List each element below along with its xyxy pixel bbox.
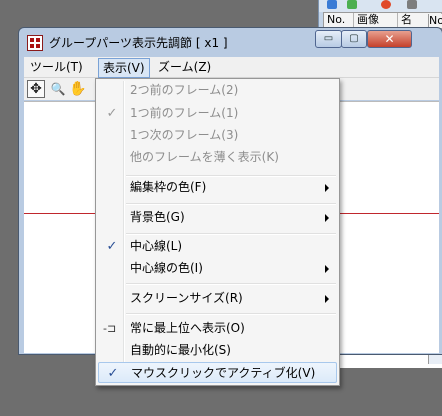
app-icon[interactable] xyxy=(27,35,43,51)
refresh-icon[interactable] xyxy=(347,0,357,9)
menu-separator xyxy=(126,203,336,205)
menu-item-label: 自動的に最小化(S) xyxy=(130,343,231,357)
menu-item-label: 中心線(L) xyxy=(130,239,183,253)
menu-separator xyxy=(126,313,336,315)
close-button[interactable]: ✕ xyxy=(367,30,412,48)
column-header-no[interactable]: No. xyxy=(324,13,354,27)
menu-view[interactable]: 表示(V) xyxy=(98,58,150,78)
menu-item-show-other-frames-faded[interactable]: 他のフレームを薄く表示(K) xyxy=(98,147,337,168)
menu-tool[interactable]: ツール(T) xyxy=(26,57,87,77)
submenu-arrow-icon xyxy=(325,184,329,192)
menu-item-one-frame-back[interactable]: ✓ 1つ前のフレーム(1) xyxy=(98,103,337,124)
menu-item-label: 中心線の色(I) xyxy=(130,261,203,275)
add-icon[interactable] xyxy=(327,0,337,9)
menu-item-auto-minimize[interactable]: 自動的に最小化(S) xyxy=(98,340,337,361)
record-icon[interactable] xyxy=(381,0,391,9)
menu-item-activate-on-click[interactable]: ✓ マウスクリックでアクティブ化(V) xyxy=(98,362,337,383)
submenu-arrow-icon xyxy=(325,265,329,273)
check-icon: ✓ xyxy=(106,106,118,121)
submenu-arrow-icon xyxy=(325,295,329,303)
background-list-header: No. 画像 名 xyxy=(323,12,442,28)
window-title: グループパーツ表示先調節 [ x1 ] xyxy=(49,36,228,50)
move-icon[interactable]: ✥ xyxy=(27,80,45,98)
menu-item-two-frames-back[interactable]: 2つ前のフレーム(2) xyxy=(98,80,337,101)
minimize-icon: ▭ xyxy=(323,33,334,44)
menu-item-screen-size[interactable]: スクリーンサイズ(R) xyxy=(98,288,337,309)
pin-icon: -⊐ xyxy=(103,322,117,335)
menu-item-edit-frame-color[interactable]: 編集枠の色(F) xyxy=(98,177,337,198)
menu-item-label: 1つ次のフレーム(3) xyxy=(130,128,239,142)
menu-item-label: 他のフレームを薄く表示(K) xyxy=(130,150,279,164)
menu-item-label: マウスクリックでアクティブ化(V) xyxy=(131,366,316,380)
background-toolbar xyxy=(319,0,442,12)
menu-item-label: 編集枠の色(F) xyxy=(130,180,207,194)
menu-item-always-on-top[interactable]: -⊐ 常に最上位へ表示(O) xyxy=(98,318,337,339)
menu-item-label: 1つ前のフレーム(1) xyxy=(130,106,239,120)
menu-item-label: スクリーンサイズ(R) xyxy=(130,291,243,305)
check-icon: ✓ xyxy=(107,366,119,381)
hand-icon[interactable]: ✋ xyxy=(69,80,87,98)
tool-icon[interactable] xyxy=(407,0,417,9)
menu-zoom[interactable]: ズーム(Z) xyxy=(154,57,215,77)
menu-separator xyxy=(126,283,336,285)
menu-item-label: 背景色(G) xyxy=(130,210,185,224)
menu-item-center-line[interactable]: ✓ 中心線(L) xyxy=(98,236,337,257)
view-dropdown-menu: 2つ前のフレーム(2) ✓ 1つ前のフレーム(1) 1つ次のフレーム(3) 他の… xyxy=(95,78,340,386)
maximize-icon: ▢ xyxy=(349,33,359,44)
maximize-button[interactable]: ▢ xyxy=(341,30,367,48)
title-bar[interactable]: グループパーツ表示先調節 [ x1 ] ▭ ▢ ✕ xyxy=(19,28,442,57)
menu-item-label: 2つ前のフレーム(2) xyxy=(130,83,239,97)
menu-item-one-frame-next[interactable]: 1つ次のフレーム(3) xyxy=(98,125,337,146)
check-icon: ✓ xyxy=(106,239,118,254)
menu-item-label: 常に最上位へ表示(O) xyxy=(130,321,245,335)
menu-bar: ツール(T) 表示(V) ズーム(Z) xyxy=(24,57,439,78)
menu-item-center-line-color[interactable]: 中心線の色(I) xyxy=(98,258,337,279)
zoom-icon[interactable]: 🔍 xyxy=(49,80,67,98)
menu-item-background-color[interactable]: 背景色(G) xyxy=(98,207,337,228)
minimize-button[interactable]: ▭ xyxy=(315,30,342,48)
close-icon: ✕ xyxy=(384,32,395,46)
column-header-image[interactable]: 画像 xyxy=(354,13,398,27)
submenu-arrow-icon xyxy=(325,214,329,222)
menu-separator xyxy=(126,233,336,235)
